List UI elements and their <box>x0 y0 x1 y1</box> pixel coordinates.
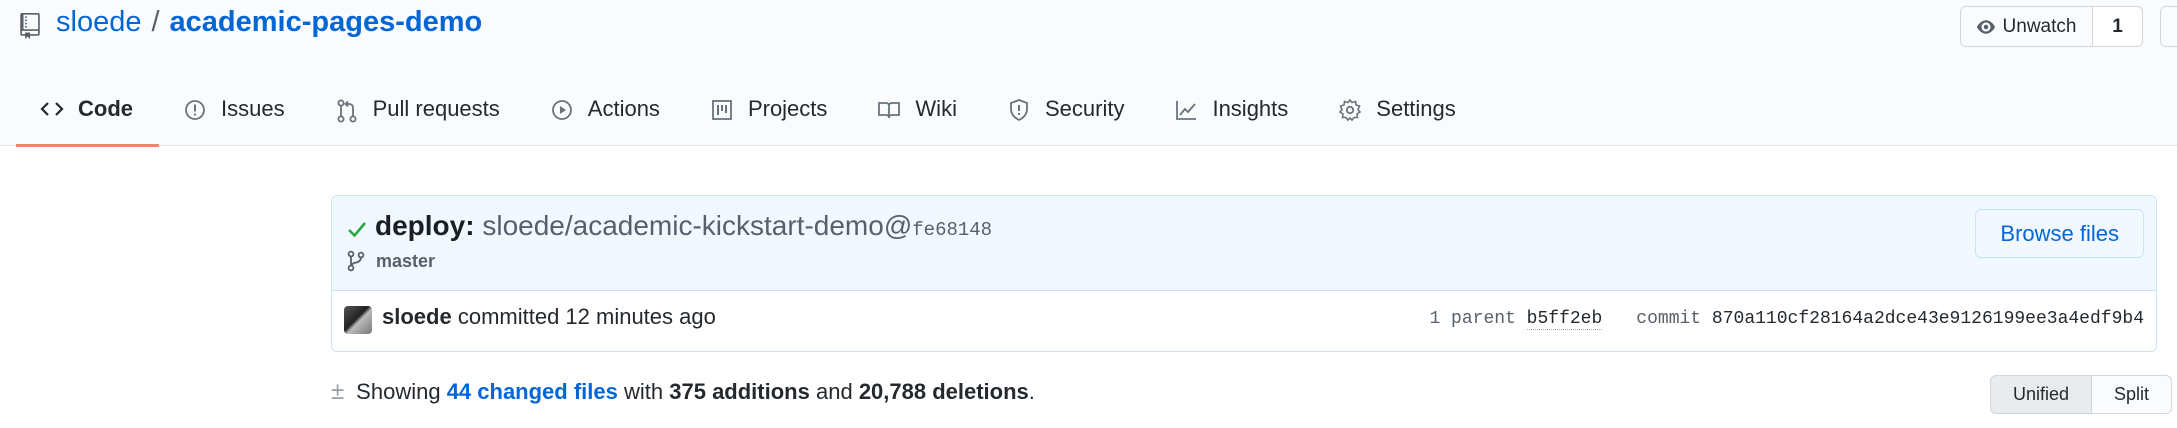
unwatch-button[interactable]: Unwatch <box>1960 6 2093 47</box>
diff-summary: ± Showing 44 changed files with 375 addi… <box>331 378 1035 406</box>
repo-name-link[interactable]: academic-pages-demo <box>170 6 483 39</box>
avatar[interactable] <box>344 306 372 334</box>
commit-title-prefix: deploy: <box>375 210 475 241</box>
gear-icon <box>1339 98 1362 122</box>
author-line: sloede committed 12 minutes ago <box>382 304 716 330</box>
commit-label: commit <box>1636 309 1702 329</box>
repo-icon <box>20 12 40 39</box>
tab-wiki[interactable]: Wiki <box>853 82 983 146</box>
project-icon <box>712 100 732 120</box>
tab-label: Pull requests <box>372 96 500 121</box>
tab-issues[interactable]: Issues <box>159 82 311 146</box>
commit-sha: 870a110cf28164a2dce43e9126199ee3a4edf9b4 <box>1711 309 2144 329</box>
unwatch-label: Unwatch <box>2002 15 2077 37</box>
tab-code[interactable]: Code <box>16 82 159 147</box>
star-button[interactable] <box>2160 6 2177 47</box>
tab-label: Projects <box>747 96 828 121</box>
commit-header: deploy: sloede/academic-kickstart-demo@f… <box>332 196 2156 291</box>
tab-security[interactable]: Security <box>983 82 1150 146</box>
check-icon[interactable] <box>346 218 368 240</box>
split-button[interactable]: Split <box>2092 375 2173 414</box>
summary-period: . <box>1028 379 1035 404</box>
tab-insights[interactable]: Insights <box>1150 82 1314 146</box>
eye-icon <box>1976 19 1995 34</box>
author-link[interactable]: sloede <box>382 304 452 329</box>
tab-label: Issues <box>221 96 285 121</box>
book-icon <box>878 102 901 119</box>
commit-box: deploy: sloede/academic-kickstart-demo@f… <box>331 195 2157 352</box>
issue-icon <box>185 100 205 120</box>
tab-pull-requests[interactable]: Pull requests <box>311 82 526 146</box>
graph-icon <box>1176 101 1197 120</box>
watch-group: Unwatch 1 <box>1960 6 2143 47</box>
commit-hashes: 1 parent b5ff2eb commit 870a110cf28164a2d… <box>1429 309 2144 330</box>
repo-tabs: Code Issues Pull requests Actions Projec… <box>16 82 1482 147</box>
pull-request-icon <box>337 99 357 123</box>
committed-time: committed 12 minutes ago <box>457 304 716 329</box>
repo-header: sloede / academic-pages-demo Unwatch 1 C… <box>0 0 2177 147</box>
tab-settings[interactable]: Settings <box>1314 82 1482 146</box>
summary-and: and <box>815 379 853 404</box>
tab-label: Code <box>78 96 133 121</box>
repo-owner-link[interactable]: sloede <box>56 6 141 39</box>
branch-indicator: master <box>346 250 435 272</box>
summary-showing: Showing <box>356 379 441 404</box>
browse-files-button[interactable]: Browse files <box>1975 209 2144 258</box>
commit-meta: sloede committed 12 minutes ago 1 parent… <box>332 291 2156 351</box>
branch-name[interactable]: master <box>376 251 435 272</box>
additions-count: 375 additions <box>669 379 810 404</box>
code-icon <box>40 102 64 116</box>
watch-count[interactable]: 1 <box>2093 6 2143 47</box>
unified-button[interactable]: Unified <box>1990 375 2093 414</box>
tab-label: Insights <box>1212 96 1289 121</box>
play-icon <box>551 100 572 120</box>
parent-sha-link[interactable]: b5ff2eb <box>1526 309 1603 330</box>
tab-label: Settings <box>1376 96 1456 121</box>
shield-icon <box>1010 99 1028 122</box>
parent-label: 1 parent <box>1429 309 1516 329</box>
repo-title: sloede / academic-pages-demo <box>18 6 482 39</box>
branch-icon <box>347 250 365 272</box>
summary-with: with <box>624 379 664 404</box>
commit-title-text: sloede/academic-kickstart-demo@ <box>482 210 913 241</box>
commit-title: deploy: sloede/academic-kickstart-demo@f… <box>375 210 992 242</box>
tab-label: Actions <box>587 96 660 121</box>
changed-files-link[interactable]: 44 changed files <box>447 379 618 405</box>
commit-title-sha[interactable]: fe68148 <box>912 219 992 241</box>
repo-separator: / <box>151 6 160 38</box>
tab-projects[interactable]: Projects <box>686 82 853 146</box>
diff-icon: ± <box>331 378 345 405</box>
deletions-count: 20,788 deletions <box>858 379 1029 404</box>
tab-actions[interactable]: Actions <box>526 82 686 146</box>
diff-view-toggle: Unified Split <box>1990 375 2173 414</box>
tab-label: Security <box>1044 96 1125 121</box>
tab-label: Wiki <box>915 96 957 121</box>
